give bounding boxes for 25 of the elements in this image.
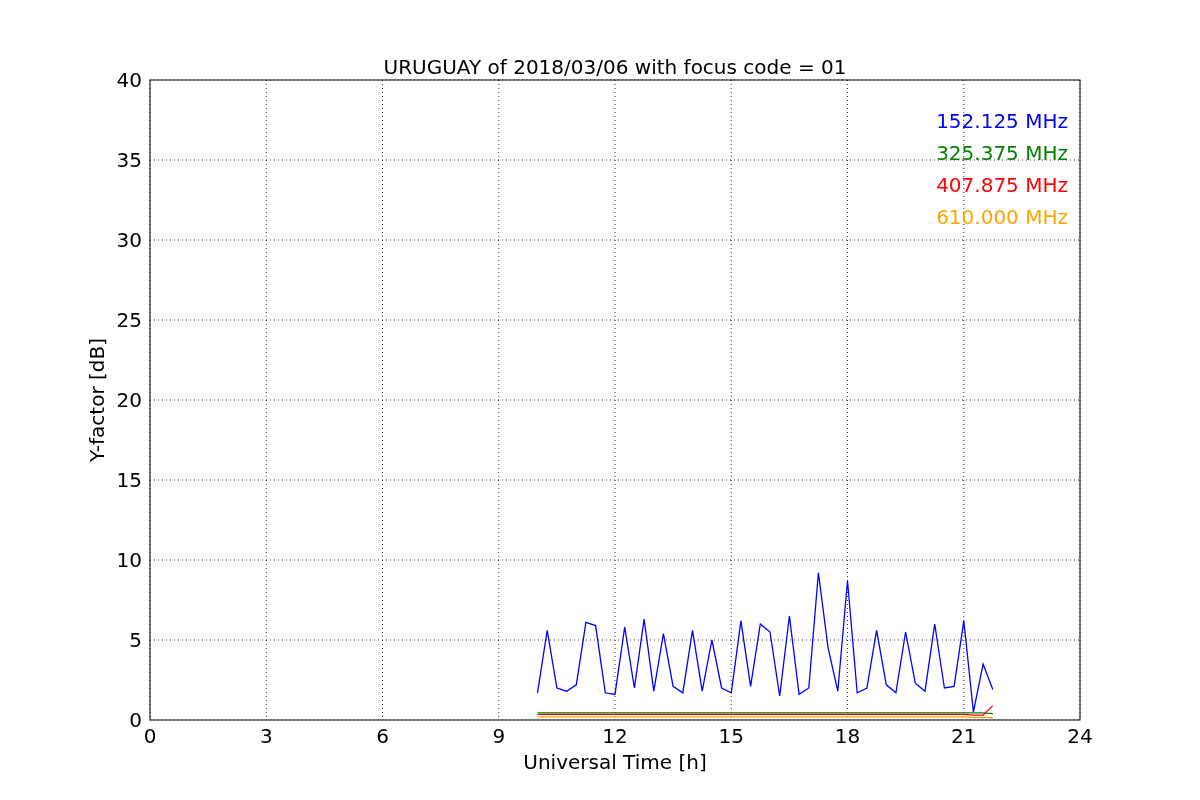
legend-label: 152.125 MHz: [936, 109, 1068, 133]
tick-label: 6: [376, 724, 389, 748]
legend-label: 610.000 MHz: [936, 205, 1068, 229]
axis-label: Y-factor [dB]: [85, 338, 109, 462]
chart-title: URUGUAY of 2018/03/06 with focus code = 01: [383, 55, 847, 79]
tick-label: 5: [129, 628, 142, 652]
legend-label: 325.375 MHz: [936, 141, 1068, 165]
tick-label: 12: [602, 724, 628, 748]
tick-label: 3: [259, 724, 273, 748]
legend-label: 407.875 MHz: [936, 173, 1068, 197]
tick-label: 0: [129, 708, 142, 732]
tick-label: 25: [116, 308, 142, 332]
tick-label: 40: [116, 68, 142, 92]
tick-label: 24: [1067, 724, 1093, 748]
tick-label: 20: [116, 388, 142, 412]
tick-label: 15: [116, 468, 142, 492]
tick-label: 10: [116, 548, 142, 572]
tick-label: 35: [116, 148, 142, 172]
tick-label: 15: [718, 724, 744, 748]
tick-label: 9: [492, 724, 506, 748]
tick-label: 0: [143, 724, 157, 748]
tick-label: 30: [116, 228, 142, 252]
tick-label: 21: [951, 724, 977, 748]
axis-label: Universal Time [h]: [523, 750, 707, 774]
tick-label: 18: [834, 724, 861, 748]
